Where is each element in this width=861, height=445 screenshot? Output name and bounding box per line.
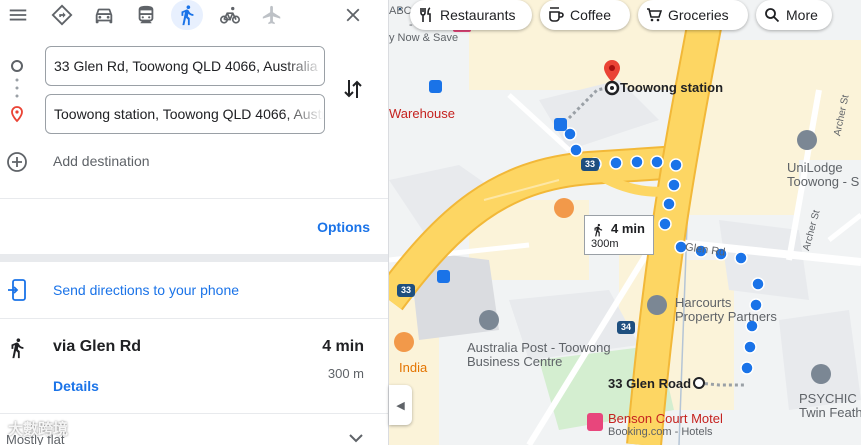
india-label[interactable]: India xyxy=(399,360,427,375)
walk-icon xyxy=(591,222,605,238)
chip-more[interactable]: More xyxy=(756,0,832,30)
divider xyxy=(0,318,388,319)
australia-post-poi-icon[interactable] xyxy=(479,310,499,330)
walk-connector-end xyxy=(698,381,744,387)
route-33-label: 33 xyxy=(585,159,596,169)
details-button[interactable]: Details xyxy=(53,378,99,394)
tooltip-distance: 300m xyxy=(591,238,619,250)
divider xyxy=(0,254,388,262)
chip-restaurants[interactable]: Restaurants xyxy=(410,0,532,30)
route-title: via Glen Rd xyxy=(53,338,142,355)
destination-input[interactable]: Toowong station, Toowong QLD 4066, Austr… xyxy=(45,94,325,134)
hotel-poi-icon[interactable] xyxy=(587,413,603,431)
directions-panel: 33 Glen Rd, Toowong QLD 4066, Australia … xyxy=(0,0,389,445)
booking-label: Booking.com - Hotels xyxy=(608,426,713,438)
harcourts-label[interactable]: Harcourts xyxy=(675,295,731,310)
unilodge-poi-icon[interactable] xyxy=(797,130,817,150)
chip-groceries-label: Groceries xyxy=(668,7,729,23)
fork-knife-icon xyxy=(420,7,431,22)
harcourts-label-line2: Property Partners xyxy=(675,309,777,324)
restaurant-poi-icon[interactable] xyxy=(394,332,414,352)
chevron-left-icon: ◀ xyxy=(396,399,405,412)
chip-more-label: More xyxy=(786,7,818,23)
collapse-panel-button[interactable]: ◀ xyxy=(389,385,412,425)
flight-icon[interactable] xyxy=(256,0,288,30)
cart-icon xyxy=(647,8,662,22)
search-icon xyxy=(765,8,780,23)
chip-restaurants-label: Restaurants xyxy=(440,7,516,23)
tooltip-time: 4 min xyxy=(611,221,645,236)
australia-post-label[interactable]: Australia Post - Toowong xyxy=(467,340,611,355)
add-destination-button[interactable]: Add destination xyxy=(53,153,150,169)
psychic-label-line2: Twin Feath xyxy=(799,405,861,420)
bar-poi-icon[interactable] xyxy=(554,198,574,218)
directions-icon[interactable] xyxy=(46,0,78,30)
divider xyxy=(0,413,388,414)
psychic-label[interactable]: PSYCHIC xyxy=(799,391,857,406)
travel-mode-bar xyxy=(0,0,388,30)
close-icon[interactable] xyxy=(337,0,369,30)
chip-coffee-label: Coffee xyxy=(570,7,611,23)
transit-icon[interactable] xyxy=(130,0,162,30)
chip-groceries[interactable]: Groceries xyxy=(638,0,748,30)
origin-marker-icon[interactable] xyxy=(693,377,705,389)
origin-input[interactable]: 33 Glen Rd, Toowong QLD 4066, Australia xyxy=(45,46,325,86)
destination-label[interactable]: Toowong station xyxy=(620,80,723,95)
swap-icon[interactable] xyxy=(340,75,366,103)
abc-sub-label: y Now & Save xyxy=(389,32,459,44)
car-icon[interactable] xyxy=(88,0,120,30)
send-directions-button[interactable]: Send directions to your phone xyxy=(53,282,239,298)
watermark: 大數跨境 xyxy=(8,421,69,438)
route-tooltip[interactable]: 4 min 300m xyxy=(584,215,654,255)
route-34-label: 34 xyxy=(621,322,632,332)
map-canvas[interactable]: 33 33 34 Toowong station 33 Glen Road Wa… xyxy=(389,0,861,445)
origin-label[interactable]: 33 Glen Road xyxy=(608,376,691,391)
abc-label[interactable]: ABC xyxy=(389,5,412,17)
unilodge-label[interactable]: UniLodge xyxy=(787,160,843,175)
harcourts-poi-icon[interactable] xyxy=(647,295,667,315)
benson-court-label[interactable]: Benson Court Motel xyxy=(608,411,723,426)
coffee-icon xyxy=(549,7,564,22)
route-distance: 300 m xyxy=(327,366,364,381)
chip-coffee[interactable]: Coffee xyxy=(540,0,630,30)
origin-input-value: 33 Glen Rd, Toowong QLD 4066, Australia xyxy=(54,58,318,74)
unilodge-label-line2: Toowong - S xyxy=(787,174,860,189)
route-33-label: 33 xyxy=(401,285,412,295)
route-time: 4 min xyxy=(322,338,364,355)
warehouse-label[interactable]: Warehouse xyxy=(389,106,455,121)
divider xyxy=(0,198,388,199)
psychic-poi-icon[interactable] xyxy=(811,364,831,384)
walk-connector-start xyxy=(567,85,612,120)
add-destination-icon[interactable] xyxy=(6,151,28,173)
route-connector-icon xyxy=(11,60,23,123)
menu-icon[interactable] xyxy=(2,0,34,30)
bicycle-icon[interactable] xyxy=(214,0,246,30)
australia-post-label-line2: Business Centre xyxy=(467,354,563,369)
options-button[interactable]: Options xyxy=(317,219,370,235)
send-to-phone-icon xyxy=(6,278,28,302)
chevron-down-icon[interactable] xyxy=(348,430,364,444)
walk-icon xyxy=(6,336,28,360)
walk-icon[interactable] xyxy=(171,0,203,30)
